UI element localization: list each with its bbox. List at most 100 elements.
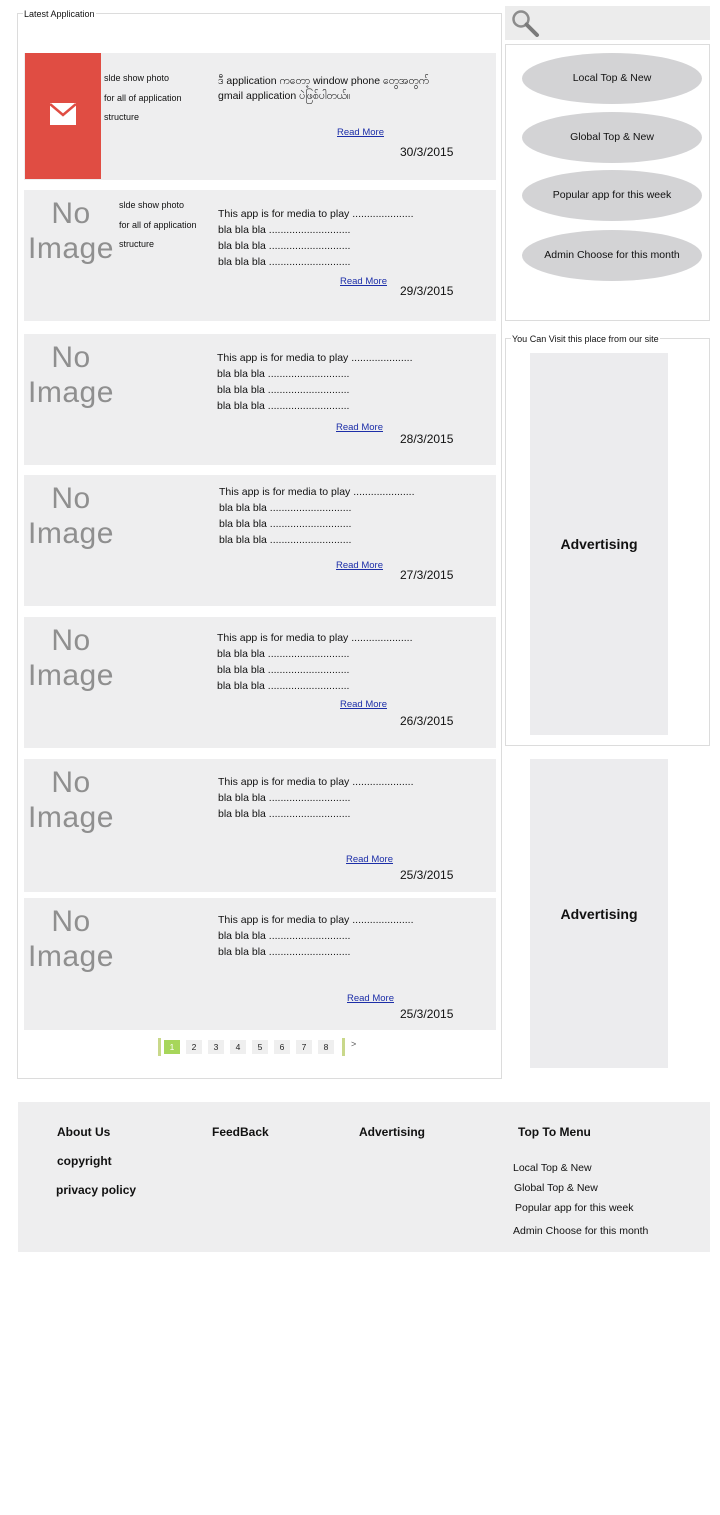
- description-line: bla bla bla ............................: [218, 930, 351, 942]
- read-more-link[interactable]: Read More: [337, 127, 384, 138]
- footer-copyright-link[interactable]: copyright: [57, 1154, 112, 1168]
- side-note-line: slde show photo: [104, 73, 170, 83]
- advertising-banner[interactable]: Advertising: [530, 759, 668, 1068]
- app-card[interactable]: No Image slde show photo for all of appl…: [24, 190, 496, 321]
- category-menu-panel: Local Top & New Global Top & New Popular…: [505, 44, 710, 321]
- no-image-placeholder[interactable]: No Image: [26, 340, 116, 410]
- app-date: 27/3/2015: [400, 568, 454, 582]
- app-card[interactable]: slde show photo for all of application s…: [24, 53, 496, 180]
- app-side-note: slde show photo for all of application s…: [119, 196, 197, 255]
- no-image-placeholder[interactable]: No Image: [26, 904, 116, 974]
- description-line: This app is for media to play ..........…: [218, 914, 414, 926]
- page-3-button[interactable]: 3: [208, 1040, 224, 1054]
- pagination-divider: [158, 1038, 161, 1056]
- read-more-link[interactable]: Read More: [347, 993, 394, 1004]
- app-date: 25/3/2015: [400, 868, 454, 882]
- app-description: This app is for media to play ..........…: [218, 206, 414, 270]
- page-7-button[interactable]: 7: [296, 1040, 312, 1054]
- panel-title: Latest Application: [23, 9, 96, 19]
- footer-menu-local[interactable]: Local Top & New: [513, 1162, 592, 1174]
- footer-top-menu-title: Top To Menu: [518, 1125, 591, 1139]
- description-line: bla bla bla ............................: [218, 808, 351, 820]
- footer-menu-popular[interactable]: Popular app for this week: [515, 1202, 633, 1214]
- no-image-placeholder[interactable]: No Image: [26, 623, 116, 693]
- app-description: This app is for media to play ..........…: [217, 630, 413, 694]
- side-note-line: for all of application: [119, 219, 197, 230]
- search-icon[interactable]: [510, 9, 540, 37]
- app-date: 28/3/2015: [400, 432, 454, 446]
- side-note-line: slde show photo: [119, 200, 185, 210]
- advertising-banner[interactable]: Advertising: [530, 353, 668, 735]
- no-image-placeholder[interactable]: No Image: [26, 765, 116, 835]
- app-card[interactable]: No Image This app is for media to play .…: [24, 898, 496, 1030]
- description-line: bla bla bla ............................: [217, 664, 350, 676]
- app-card[interactable]: No Image This app is for media to play .…: [24, 759, 496, 892]
- description-line: bla bla bla ............................: [217, 648, 350, 660]
- description-line: This app is for media to play ..........…: [217, 352, 413, 364]
- footer-menu-admin[interactable]: Admin Choose for this month: [513, 1225, 648, 1237]
- page-4-button[interactable]: 4: [230, 1040, 246, 1054]
- app-card[interactable]: No Image This app is for media to play .…: [24, 475, 496, 606]
- app-description: This app is for media to play ..........…: [218, 912, 414, 960]
- read-more-link[interactable]: Read More: [340, 276, 387, 287]
- next-page-button[interactable]: >: [351, 1039, 356, 1049]
- menu-popular-week[interactable]: Popular app for this week: [522, 170, 702, 221]
- footer-menu-global[interactable]: Global Top & New: [514, 1182, 598, 1194]
- app-date: 25/3/2015: [400, 1007, 454, 1021]
- pagination-divider: [342, 1038, 345, 1056]
- app-side-note: slde show photo for all of application s…: [104, 69, 182, 128]
- app-description: ဒီ application ကတော့ window phone တွေအတွ…: [218, 74, 429, 104]
- description-line: bla bla bla ............................: [219, 518, 352, 530]
- footer-advertising-link[interactable]: Advertising: [359, 1125, 425, 1139]
- menu-local-top-new[interactable]: Local Top & New: [522, 53, 702, 104]
- app-date: 26/3/2015: [400, 714, 454, 728]
- description-line: bla bla bla ............................: [218, 946, 351, 958]
- page-2-button[interactable]: 2: [186, 1040, 202, 1054]
- menu-global-top-new[interactable]: Global Top & New: [522, 112, 702, 163]
- footer-feedback-link[interactable]: FeedBack: [212, 1125, 269, 1139]
- visit-panel: You Can Visit this place from our site A…: [505, 334, 710, 746]
- app-description: This app is for media to play ..........…: [217, 350, 413, 414]
- no-image-placeholder[interactable]: No Image: [26, 481, 116, 551]
- description-line: ဒီ application ကတော့ window phone တွေအတွ…: [218, 75, 430, 87]
- description-line: This app is for media to play ..........…: [218, 208, 414, 220]
- page-1-button[interactable]: 1: [164, 1040, 180, 1054]
- footer-about-link[interactable]: About Us: [57, 1125, 110, 1139]
- app-thumbnail[interactable]: [25, 53, 101, 179]
- search-box[interactable]: [505, 6, 710, 40]
- description-line: This app is for media to play ..........…: [219, 486, 415, 498]
- app-card[interactable]: No Image This app is for media to play .…: [24, 334, 496, 465]
- read-more-link[interactable]: Read More: [346, 854, 393, 865]
- page-5-button[interactable]: 5: [252, 1040, 268, 1054]
- app-card[interactable]: No Image This app is for media to play .…: [24, 617, 496, 748]
- mail-icon: [50, 103, 76, 125]
- read-more-link[interactable]: Read More: [336, 422, 383, 433]
- description-line: bla bla bla ............................: [218, 224, 351, 236]
- app-date: 30/3/2015: [400, 145, 454, 159]
- description-line: This app is for media to play ..........…: [218, 776, 414, 788]
- description-line: bla bla bla ............................: [217, 680, 350, 692]
- description-line: bla bla bla ............................: [217, 368, 350, 380]
- read-more-link[interactable]: Read More: [336, 560, 383, 571]
- footer-privacy-link[interactable]: privacy policy: [56, 1183, 136, 1197]
- description-line: bla bla bla ............................: [218, 240, 351, 252]
- side-note-line: for all of application: [104, 92, 182, 103]
- description-line: This app is for media to play ..........…: [217, 632, 413, 644]
- description-line: bla bla bla ............................: [218, 256, 351, 268]
- app-date: 29/3/2015: [400, 284, 454, 298]
- description-line: bla bla bla ............................: [218, 792, 351, 804]
- page-6-button[interactable]: 6: [274, 1040, 290, 1054]
- side-note-line: structure: [119, 239, 155, 249]
- menu-admin-choose[interactable]: Admin Choose for this month: [522, 230, 702, 281]
- footer: About Us copyright privacy policy FeedBa…: [18, 1102, 710, 1252]
- page-8-button[interactable]: 8: [318, 1040, 334, 1054]
- description-line: bla bla bla ............................: [219, 534, 352, 546]
- description-line: gmail application ပဲဖြစ်ပါတယ်။: [218, 90, 351, 102]
- description-line: bla bla bla ............................: [217, 400, 350, 412]
- app-description: This app is for media to play ..........…: [219, 484, 415, 548]
- no-image-placeholder[interactable]: No Image: [26, 196, 116, 266]
- latest-application-panel: Latest Application slde show photo for a…: [17, 9, 502, 1079]
- read-more-link[interactable]: Read More: [340, 699, 387, 710]
- description-line: bla bla bla ............................: [219, 502, 352, 514]
- description-line: bla bla bla ............................: [217, 384, 350, 396]
